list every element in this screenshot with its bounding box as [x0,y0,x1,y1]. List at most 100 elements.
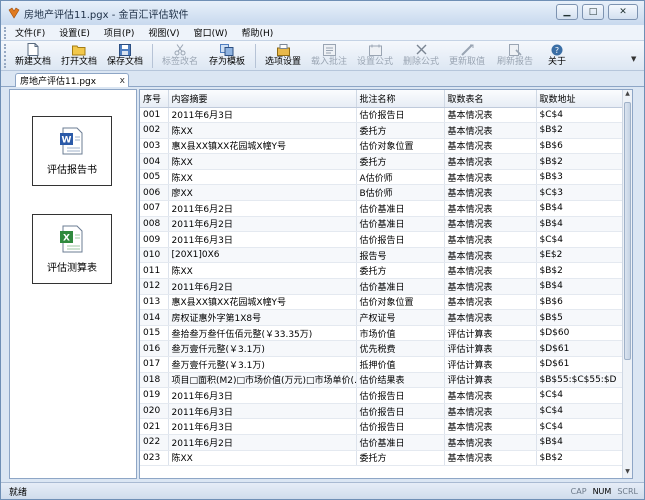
table-row[interactable]: 006 廖XX B估价师 基本情况表 $C$3 [140,184,625,202]
cell-address[interactable]: $B$6 [536,294,625,311]
cell-summary[interactable]: 2011年6月3日 [168,387,357,404]
table-row[interactable]: 022 2011年6月2日 估价基准日 基本情况表 $B$4 [140,434,625,451]
column-header-annotation[interactable]: 批注名称 [356,90,445,108]
save-document-button[interactable]: 保存文档 [102,41,148,71]
column-header-sheet[interactable]: 取数表名 [444,90,537,108]
cell-sheet[interactable]: 基本情况表 [444,294,537,311]
cell-index[interactable]: 017 [140,356,169,373]
table-row[interactable]: 023 陈XX 委托方 基本情况表 $B$2 [140,450,625,467]
cell-sheet[interactable]: 基本情况表 [444,153,537,170]
menu-window[interactable]: 窗口(W) [187,26,235,39]
table-row[interactable]: 019 2011年6月3日 估价报告日 基本情况表 $C$4 [140,387,625,404]
scroll-down-icon[interactable]: ▼ [623,468,632,478]
column-header-index[interactable]: 序号 [140,90,169,108]
close-window-button[interactable]: ✕ [608,4,638,20]
table-row[interactable]: 015 叁拾叁万叁仟伍佰元整(￥33.35万) 市场价值 评估计算表 $D$60 [140,325,625,342]
cell-sheet[interactable]: 基本情况表 [444,387,537,404]
scroll-up-icon[interactable]: ▲ [623,90,632,100]
cell-address[interactable]: $B$4 [536,216,625,233]
cell-address[interactable]: $B$2 [536,262,625,280]
cell-annotation[interactable]: 估价报告日 [356,231,445,248]
cell-annotation[interactable]: 估价基准日 [356,278,445,295]
table-row[interactable]: 010 [20X1]0X6 报告号 基本情况表 $E$2 [140,247,625,264]
cell-index[interactable]: 014 [140,309,169,326]
cell-sheet[interactable]: 基本情况表 [444,309,537,326]
table-row[interactable]: 001 2011年6月3日 估价报告日 基本情况表 $C$4 [140,107,625,124]
cell-annotation[interactable]: 估价报告日 [356,387,445,404]
save-as-template-button[interactable]: 存为模板 [203,41,251,71]
cell-index[interactable]: 011 [140,262,169,280]
cell-sheet[interactable]: 评估计算表 [444,325,537,342]
menu-project[interactable]: 项目(P) [97,26,141,39]
cell-annotation[interactable]: 估价基准日 [356,216,445,233]
cell-index[interactable]: 019 [140,387,169,404]
cell-summary[interactable]: 2011年6月2日 [168,200,357,217]
cell-address[interactable]: $D$61 [536,356,625,373]
menu-file[interactable]: 文件(F) [8,26,52,39]
cell-annotation[interactable]: 估价对象位置 [356,294,445,311]
cell-summary[interactable]: 陈XX [168,450,357,467]
cell-index[interactable]: 001 [140,107,169,124]
report-file-item[interactable]: W 评估报告书 [32,116,112,186]
cell-summary[interactable]: 2011年6月3日 [168,231,357,248]
cell-sheet[interactable]: 基本情况表 [444,231,537,248]
load-annotation-button[interactable]: 载入批注 [306,41,352,71]
cell-address[interactable]: $B$55:$C$55:$D [536,372,625,389]
cell-summary[interactable]: 2011年6月2日 [168,434,357,451]
cell-sheet[interactable]: 基本情况表 [444,418,537,435]
cell-index[interactable]: 006 [140,184,169,202]
menu-view[interactable]: 视图(V) [141,26,186,39]
cell-address[interactable]: $C$3 [536,184,625,202]
refresh-report-button[interactable]: 刷新报告 [490,41,540,71]
open-document-button[interactable]: 打开文档 [56,41,102,71]
cell-summary[interactable]: 陈XX [168,169,357,186]
cell-summary[interactable]: 陈XX [168,122,357,139]
table-row[interactable]: 007 2011年6月2日 估价基准日 基本情况表 $B$4 [140,200,625,217]
table-row[interactable]: 021 2011年6月3日 估价报告日 基本情况表 $C$4 [140,418,625,435]
scrollbar-thumb[interactable] [624,102,631,360]
cell-sheet[interactable]: 基本情况表 [444,169,537,186]
table-row[interactable]: 013 惠X县XX镇XX花园城X幢Y号 估价对象位置 基本情况表 $B$6 [140,294,625,311]
cell-summary[interactable]: 房权证惠外字第1X8号 [168,309,357,326]
cell-summary[interactable]: 叁万壹仟元整(￥3.1万) [168,356,357,373]
cell-sheet[interactable]: 基本情况表 [444,403,537,420]
cell-index[interactable]: 003 [140,138,169,155]
cell-index[interactable]: 018 [140,372,169,389]
cell-address[interactable]: $B$6 [536,138,625,155]
table-row[interactable]: 017 叁万壹仟元整(￥3.1万) 抵押价值 评估计算表 $D$61 [140,356,625,373]
update-value-button[interactable]: 更新取值 [444,41,490,71]
new-document-button[interactable]: 新建文档 [10,41,56,71]
table-row[interactable]: 009 2011年6月3日 估价报告日 基本情况表 $C$4 [140,231,625,248]
cell-address[interactable]: $C$4 [536,107,625,124]
cell-index[interactable]: 007 [140,200,169,217]
cell-annotation[interactable]: 委托方 [356,262,445,280]
cell-address[interactable]: $B$4 [536,200,625,217]
toolbar-grip[interactable] [4,44,8,68]
cell-summary[interactable]: 叁万壹仟元整(￥3.1万) [168,340,357,357]
cell-sheet[interactable]: 基本情况表 [444,262,537,280]
cell-index[interactable]: 009 [140,231,169,248]
table-row[interactable]: 014 房权证惠外字第1X8号 产权证号 基本情况表 $B$5 [140,309,625,326]
cell-index[interactable]: 010 [140,247,169,264]
cell-address[interactable]: $C$4 [536,418,625,435]
table-row[interactable]: 011 陈XX 委托方 基本情况表 $B$2 [140,262,625,280]
options-settings-button[interactable]: 选项设置 [260,41,306,71]
cell-annotation[interactable]: 估价报告日 [356,418,445,435]
table-row[interactable]: 005 陈XX A估价师 基本情况表 $B$3 [140,169,625,186]
column-header-address[interactable]: 取数地址 [536,90,625,108]
cell-address[interactable]: $D$60 [536,325,625,342]
cell-summary[interactable]: 惠X县XX镇XX花园城X幢Y号 [168,138,357,155]
cell-sheet[interactable]: 评估计算表 [444,372,537,389]
cell-annotation[interactable]: A估价师 [356,169,445,186]
cell-annotation[interactable]: 市场价值 [356,325,445,342]
cell-annotation[interactable]: 委托方 [356,122,445,139]
cell-index[interactable]: 021 [140,418,169,435]
vertical-scrollbar[interactable]: ▲ ▼ [622,90,632,478]
cell-annotation[interactable]: 估价基准日 [356,200,445,217]
table-row[interactable]: 020 2011年6月3日 估价报告日 基本情况表 $C$4 [140,403,625,420]
menu-settings[interactable]: 设置(E) [52,26,97,39]
cell-sheet[interactable]: 基本情况表 [444,107,537,124]
sheet-file-item[interactable]: X 评估测算表 [32,214,112,284]
cell-address[interactable]: $C$4 [536,403,625,420]
cell-sheet[interactable]: 基本情况表 [444,216,537,233]
